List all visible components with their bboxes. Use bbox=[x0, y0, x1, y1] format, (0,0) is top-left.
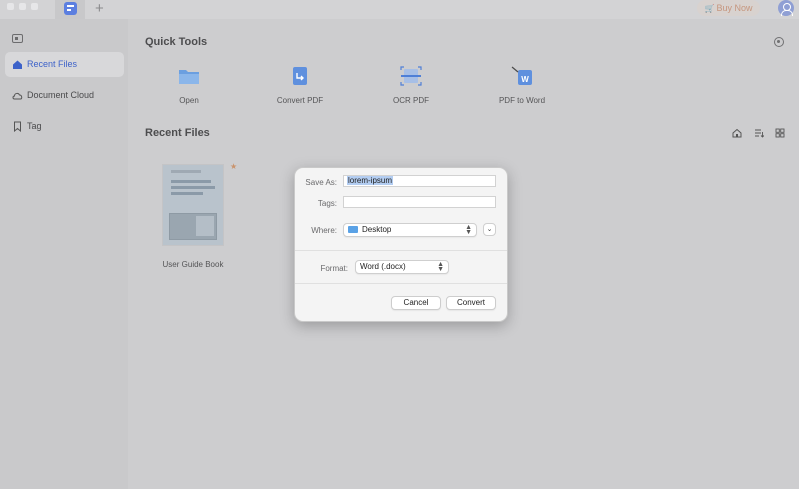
svg-text:W: W bbox=[521, 75, 529, 84]
sidebar-item-label: Tag bbox=[27, 121, 42, 131]
tool-open[interactable]: Open bbox=[144, 66, 234, 105]
tool-ocr-pdf[interactable]: OCR PDF bbox=[366, 66, 456, 105]
home-view-icon[interactable] bbox=[732, 128, 742, 138]
up-down-chevron-icon: ▲ ▼ bbox=[437, 261, 444, 273]
up-down-chevron-icon: ▲ ▼ bbox=[465, 224, 472, 236]
divider bbox=[295, 250, 507, 251]
file-thumbnail[interactable] bbox=[162, 164, 224, 246]
bookmark-icon bbox=[14, 121, 21, 132]
convert-icon bbox=[293, 67, 307, 85]
save-as-input[interactable]: lorem-ipsum bbox=[343, 175, 496, 187]
tool-label: Convert PDF bbox=[276, 96, 324, 105]
tags-label: Tags: bbox=[317, 199, 337, 208]
new-tab-button[interactable]: + bbox=[95, 0, 104, 17]
tool-label: OCR PDF bbox=[393, 96, 429, 105]
word-icon: W bbox=[511, 66, 532, 85]
tags-input[interactable] bbox=[343, 196, 496, 208]
format-value: Word (.docx) bbox=[360, 262, 406, 271]
cart-icon: 🛒 bbox=[704, 4, 715, 13]
settings-icon[interactable] bbox=[774, 37, 784, 47]
recent-files-title: Recent Files bbox=[145, 127, 210, 139]
title-bar: + 🛒 Buy Now bbox=[0, 0, 799, 19]
sidebar-item-label: Document Cloud bbox=[27, 90, 95, 100]
sidebar-toggle-icon[interactable] bbox=[12, 34, 23, 43]
folder-icon bbox=[179, 70, 199, 84]
favorite-star-icon[interactable]: ★ bbox=[230, 162, 237, 171]
zoom-window-icon[interactable] bbox=[31, 3, 38, 10]
buy-now-label: Buy Now bbox=[716, 3, 753, 13]
close-window-icon[interactable] bbox=[7, 3, 14, 10]
sidebar-item-label: Recent Files bbox=[27, 59, 78, 69]
sort-icon[interactable] bbox=[754, 128, 764, 138]
tool-convert-pdf[interactable]: Convert PDF bbox=[255, 66, 345, 105]
where-label: Where: bbox=[311, 226, 337, 235]
tool-label: Open bbox=[179, 96, 199, 105]
save-as-value: lorem-ipsum bbox=[347, 176, 394, 185]
cancel-button[interactable]: Cancel bbox=[391, 296, 441, 310]
file-name[interactable]: User Guide Book bbox=[140, 260, 246, 269]
cloud-icon bbox=[12, 92, 23, 100]
tool-pdf-to-word[interactable]: W PDF to Word bbox=[477, 66, 567, 105]
tool-label: PDF to Word bbox=[498, 96, 546, 105]
save-dialog: Save As: lorem-ipsum Tags: Where: Deskto… bbox=[294, 167, 508, 322]
sidebar-item-document-cloud[interactable]: Document Cloud bbox=[5, 83, 124, 108]
quick-tools-title: Quick Tools bbox=[145, 36, 208, 48]
app-logo-icon bbox=[64, 2, 77, 15]
ocr-icon bbox=[400, 66, 422, 86]
minimize-window-icon[interactable] bbox=[19, 3, 26, 10]
sidebar-item-recent-files[interactable]: Recent Files bbox=[5, 52, 124, 77]
expand-button[interactable]: ⌄ bbox=[483, 223, 496, 236]
home-icon bbox=[13, 60, 22, 69]
format-label: Format: bbox=[320, 264, 348, 273]
save-as-label: Save As: bbox=[305, 178, 337, 187]
avatar[interactable] bbox=[778, 0, 794, 16]
where-select[interactable]: Desktop ▲ ▼ bbox=[343, 223, 477, 237]
sidebar: Recent Files Document Cloud Tag bbox=[0, 19, 128, 489]
folder-icon bbox=[348, 226, 358, 233]
format-select[interactable]: Word (.docx) ▲ ▼ bbox=[355, 260, 449, 274]
sidebar-item-tag[interactable]: Tag bbox=[5, 114, 124, 139]
grid-view-icon[interactable] bbox=[775, 128, 785, 138]
where-value: Desktop bbox=[362, 225, 392, 234]
buy-now-button[interactable]: 🛒 Buy Now bbox=[697, 0, 760, 16]
divider bbox=[295, 283, 507, 284]
chevron-down-icon: ⌄ bbox=[486, 226, 493, 233]
convert-button[interactable]: Convert bbox=[446, 296, 496, 310]
